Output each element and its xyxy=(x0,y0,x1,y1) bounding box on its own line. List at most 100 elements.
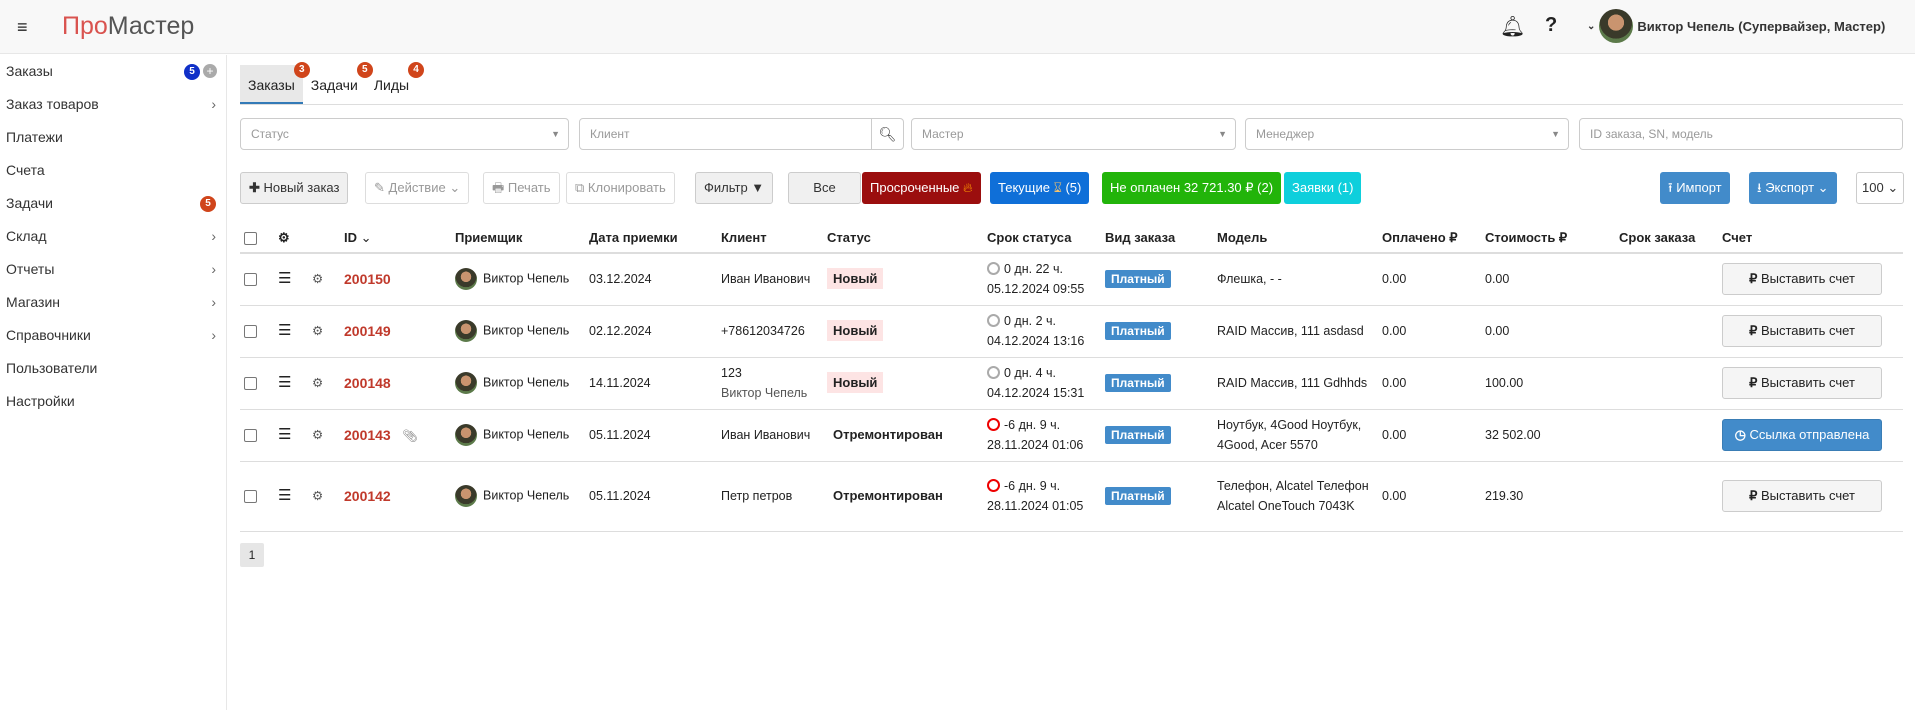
sidebar-item[interactable]: Магазин › xyxy=(0,286,226,319)
new-order-button[interactable]: ✚ Новый заказ xyxy=(240,172,349,204)
col-id[interactable]: ID ⌄ xyxy=(340,223,451,254)
order-type-badge: Платный xyxy=(1105,487,1171,505)
cost-amount: 0.00 xyxy=(1481,253,1615,306)
sidebar-item[interactable]: Платежи xyxy=(0,121,226,154)
order-id-link[interactable]: 200150 xyxy=(344,271,391,287)
order-id-link[interactable]: 200143 xyxy=(344,427,391,443)
status-badge[interactable]: Новый xyxy=(827,320,884,341)
clone-label: Клонировать xyxy=(587,180,666,195)
sidebar-item[interactable]: Пользователи xyxy=(0,352,226,385)
tab-label: Заказы xyxy=(248,77,295,93)
order-id-link[interactable]: 200149 xyxy=(344,323,391,339)
issue-invoice-button[interactable]: ₽ Выставить счет xyxy=(1722,480,1882,512)
import-button[interactable]: ⭱ Импорт xyxy=(1660,172,1730,204)
list-icon[interactable]: ☰ xyxy=(278,374,291,391)
issue-invoice-button[interactable]: ₽ Выставить счет xyxy=(1722,367,1882,399)
status-badge[interactable]: Отремонтирован xyxy=(827,485,949,506)
tab-0[interactable]: Заказы 3 xyxy=(240,62,310,104)
settings-icon[interactable]: ⚙ xyxy=(278,230,290,245)
clone-button[interactable]: ⧉ Клонировать xyxy=(566,172,675,204)
sidebar-item[interactable]: Отчеты › xyxy=(0,253,226,286)
table-header-row: ⚙ ID ⌄ Приемщик Дата приемки Клиент Стат… xyxy=(240,223,1903,254)
count-badge: 5 xyxy=(184,64,200,80)
row-checkbox[interactable] xyxy=(244,377,257,391)
row-checkbox[interactable] xyxy=(244,429,257,443)
sidebar-item[interactable]: Настройки xyxy=(0,385,226,418)
row-checkbox[interactable] xyxy=(244,325,257,339)
client-name[interactable]: Иван Иванович xyxy=(721,425,819,445)
sidebar-item[interactable]: Склад › xyxy=(0,220,226,253)
client-name[interactable]: 123 xyxy=(721,363,819,383)
tab-2[interactable]: Лиды 4 xyxy=(366,62,425,104)
issue-invoice-button[interactable]: ₽ Выставить счет xyxy=(1722,263,1882,296)
sidebar-item[interactable]: Справочники › xyxy=(0,319,226,352)
manager-select[interactable]: Менеджер ▼ xyxy=(1245,118,1569,150)
sidebar-item[interactable]: Счета xyxy=(0,154,226,187)
current-button[interactable]: Текущие ⌛︎ (5) xyxy=(990,172,1090,204)
overdue-button[interactable]: Просроченные 🔥︎ xyxy=(862,172,981,204)
gears-icon[interactable]: ⚙ xyxy=(312,489,323,503)
status-badge[interactable]: Новый xyxy=(827,372,884,393)
gears-icon[interactable]: ⚙ xyxy=(312,428,323,442)
list-icon[interactable]: ☰ xyxy=(278,487,291,504)
help-icon[interactable]: ? xyxy=(1545,14,1557,37)
table-row[interactable]: ☰ ⚙ 200142 Виктор Чепель 05.11.2024 Петр… xyxy=(240,461,1903,532)
print-button[interactable]: 🖶 Печать xyxy=(483,172,560,204)
sidebar-item[interactable]: Заказ товаров › xyxy=(0,88,226,121)
issue-invoice-button[interactable]: ₽ Выставить счет xyxy=(1722,315,1882,347)
status-badge[interactable]: Новый xyxy=(827,268,884,290)
order-search-input[interactable]: ID заказа, SN, модель xyxy=(1579,118,1903,150)
tab-badge: 4 xyxy=(408,62,425,78)
list-icon[interactable]: ☰ xyxy=(278,270,291,287)
all-button[interactable]: Все xyxy=(788,172,861,204)
filter-button[interactable]: Фильтр ▼ xyxy=(695,172,774,204)
filter-label: Фильтр xyxy=(704,180,748,195)
unpaid-button[interactable]: Не оплачен 32 721.30 ₽ (2) xyxy=(1102,172,1282,204)
add-icon[interactable]: + xyxy=(203,64,217,78)
table-row[interactable]: ☰ ⚙ 200149 Виктор Чепель 02.12.2024 +786… xyxy=(240,305,1903,358)
status-placeholder: Статус xyxy=(251,127,289,141)
logo[interactable]: ПроМастер xyxy=(62,12,194,41)
model: RAID Массив, 111 Gdhhds xyxy=(1213,357,1378,410)
search-icon[interactable]: 🔍︎ xyxy=(871,119,903,149)
sidebar-item[interactable]: Задачи 5 xyxy=(0,187,226,220)
status-select[interactable]: Статус ▼ xyxy=(240,118,569,150)
sidebar-item[interactable]: Заказы 5 + xyxy=(0,55,226,88)
order-id-link[interactable]: 200142 xyxy=(344,488,391,504)
per-page-select[interactable]: 100 ⌄ xyxy=(1856,172,1905,204)
order-id-link[interactable]: 200148 xyxy=(344,375,391,391)
upload-icon: ⭱ xyxy=(1668,180,1673,195)
menu-icon[interactable]: ≡ xyxy=(17,17,28,38)
select-all-checkbox[interactable] xyxy=(244,232,257,246)
caret-down-icon: ▼ xyxy=(551,129,560,139)
requests-button[interactable]: Заявки (1) xyxy=(1284,172,1362,204)
status-badge[interactable]: Отремонтирован xyxy=(827,424,949,445)
link-sent-button[interactable]: ◷ Ссылка отправлена xyxy=(1722,419,1882,451)
table-row[interactable]: ☰ ⚙ 200148 Виктор Чепель 14.11.2024 123 В… xyxy=(240,357,1903,410)
list-icon[interactable]: ☰ xyxy=(278,322,291,339)
list-icon[interactable]: ☰ xyxy=(278,426,291,443)
avatar xyxy=(455,485,477,507)
client-input[interactable]: Клиент 🔍︎ xyxy=(579,118,904,150)
paperclip-icon[interactable]: 📎︎ xyxy=(402,429,418,443)
gears-icon[interactable]: ⚙ xyxy=(312,272,323,286)
sidebar-item-label: Заказ товаров xyxy=(6,96,99,112)
caret-down-icon: ▼ xyxy=(1551,129,1560,139)
gears-icon[interactable]: ⚙ xyxy=(312,376,323,390)
client-name[interactable]: Иван Иванович xyxy=(721,269,819,289)
gears-icon[interactable]: ⚙ xyxy=(312,324,323,338)
status-term: 0 дн. 22 ч. xyxy=(1004,262,1063,277)
export-button[interactable]: ⭳ Экспорт ⌄ xyxy=(1749,172,1837,204)
user-menu[interactable]: ⌄ Виктор Чепель (Супервайзер, Мастер) xyxy=(1587,9,1885,43)
tab-1[interactable]: Задачи 5 xyxy=(303,62,373,104)
client-name[interactable]: +78612034726 xyxy=(721,321,819,341)
bell-icon[interactable]: 🔔︎ xyxy=(1500,14,1525,39)
row-checkbox[interactable] xyxy=(244,273,257,287)
page-1-button[interactable]: 1 xyxy=(240,543,264,567)
master-select[interactable]: Мастер ▼ xyxy=(911,118,1236,150)
row-checkbox[interactable] xyxy=(244,490,257,504)
client-name[interactable]: Петр петров xyxy=(721,486,819,506)
action-button[interactable]: ✎ Действие ⌄ xyxy=(365,172,470,204)
table-row[interactable]: ☰ ⚙ 200150 Виктор Чепель 03.12.2024 Иван… xyxy=(240,253,1903,306)
table-row[interactable]: ☰ ⚙ 200143 📎︎ Виктор Чепель 05.11.2024 И… xyxy=(240,409,1903,462)
